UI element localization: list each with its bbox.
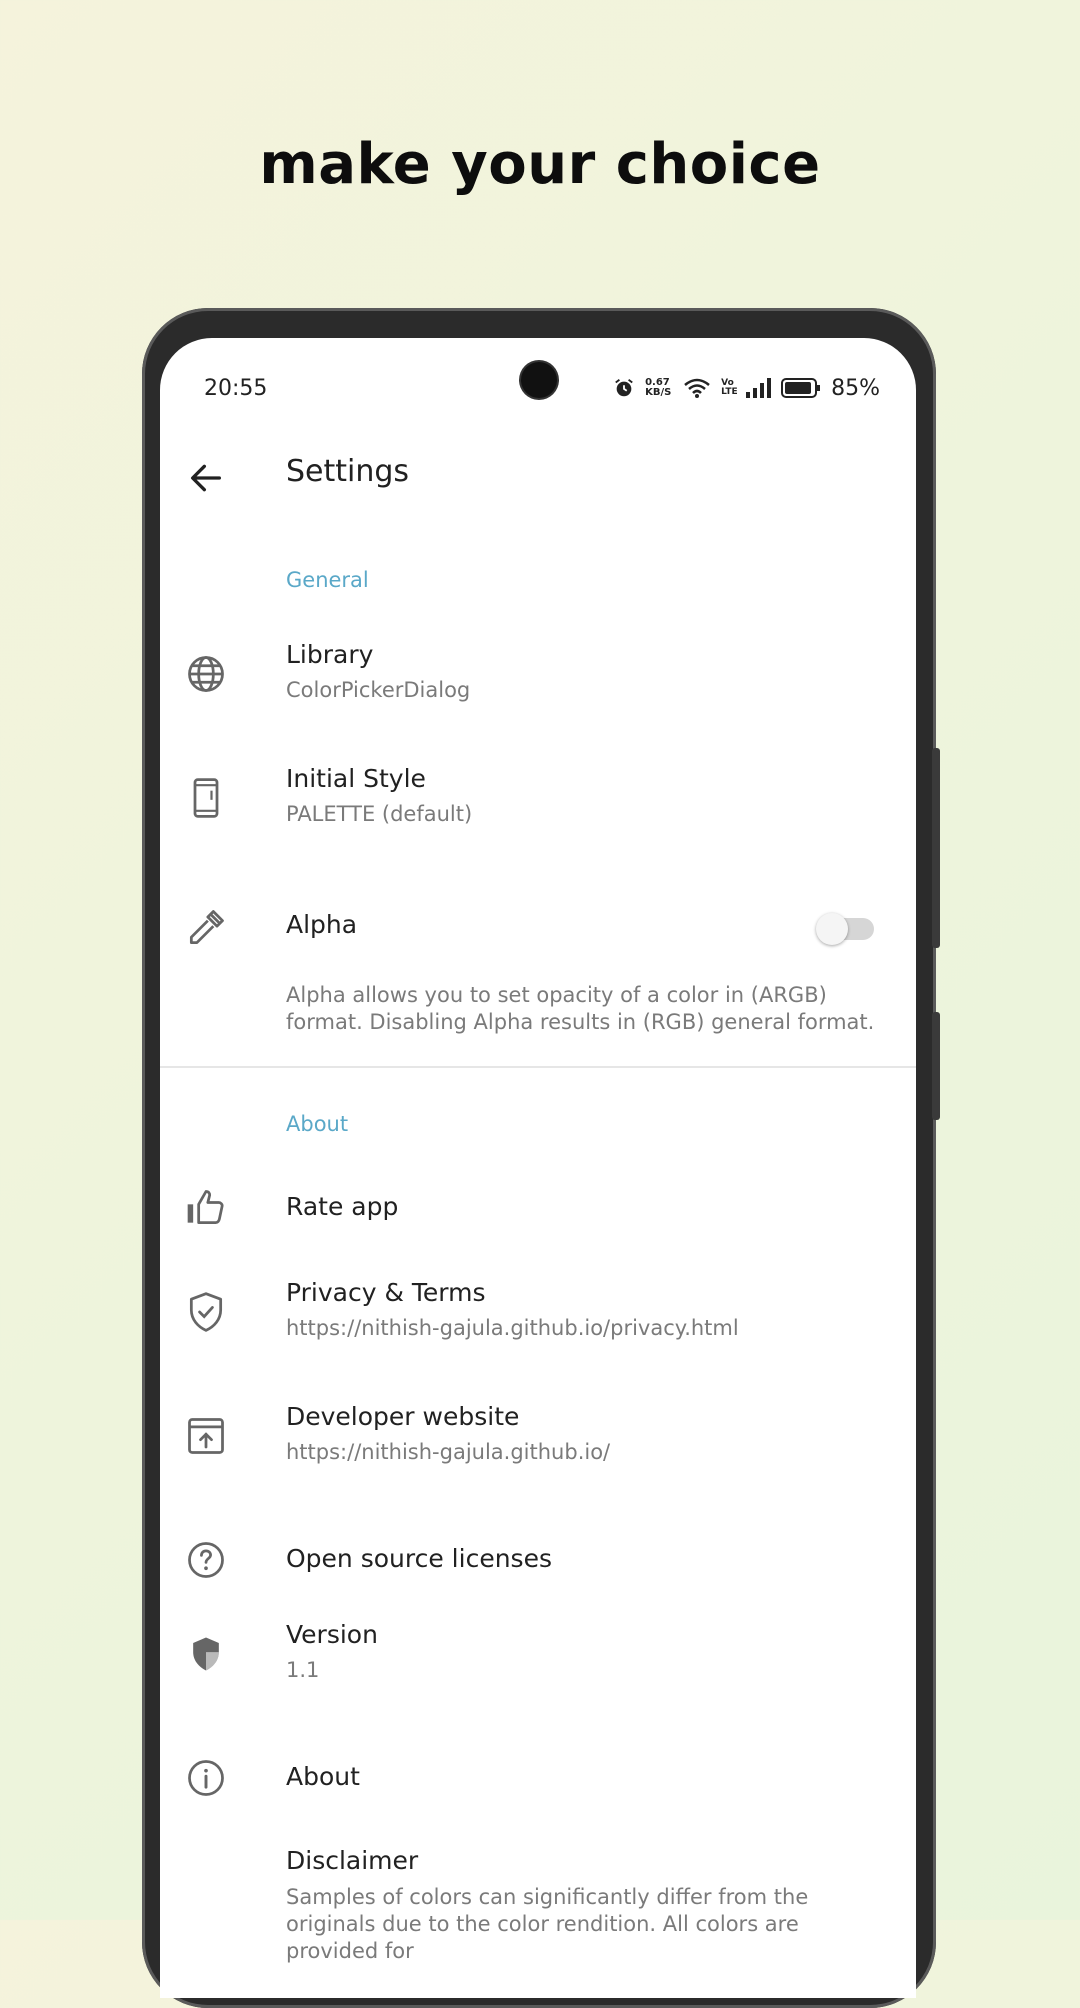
section-divider	[160, 1066, 916, 1068]
phone-screen: 20:55 0.67 KB/S Vo LTE 85% Settings Gene…	[160, 338, 916, 1998]
setting-title: Initial Style	[286, 764, 426, 793]
setting-about[interactable]: About	[160, 1728, 916, 1828]
setting-title: Disclaimer	[286, 1846, 419, 1875]
setting-privacy-terms[interactable]: Privacy & Terms https://nithish-gajula.g…	[160, 1268, 916, 1378]
help-circle-icon	[184, 1538, 228, 1582]
open-in-browser-icon	[184, 1414, 228, 1458]
front-camera	[521, 362, 557, 398]
alarm-icon	[613, 377, 635, 399]
wifi-icon	[683, 377, 711, 399]
phone-volume-button	[932, 748, 940, 948]
setting-subtitle: https://nithish-gajula.github.io/	[286, 1440, 611, 1464]
setting-version[interactable]: Version 1.1	[160, 1610, 916, 1720]
setting-title: Rate app	[286, 1192, 399, 1221]
setting-subtitle: 1.1	[286, 1658, 320, 1682]
promo-headline: make your choice	[259, 132, 821, 197]
setting-title: Library	[286, 640, 374, 669]
section-header-about: About	[286, 1112, 349, 1136]
setting-developer-website[interactable]: Developer website https://nithish-gajula…	[160, 1392, 916, 1502]
setting-initial-style[interactable]: Initial Style PALETTE (default)	[160, 754, 916, 864]
page-title: Settings	[286, 454, 410, 489]
security-shield-icon	[184, 1632, 228, 1676]
back-button[interactable]	[186, 458, 226, 498]
status-time: 20:55	[204, 375, 268, 401]
setting-disclaimer[interactable]: Disclaimer Samples of colors can signifi…	[160, 1840, 916, 1998]
setting-title: Alpha	[286, 910, 358, 939]
app-bar: Settings	[160, 438, 916, 518]
setting-subtitle: https://nithish-gajula.github.io/privacy…	[286, 1316, 739, 1340]
section-header-general: General	[286, 568, 369, 592]
battery-icon	[781, 377, 821, 399]
setting-subtitle: PALETTE (default)	[286, 802, 473, 826]
setting-title: Privacy & Terms	[286, 1278, 486, 1307]
setting-title: About	[286, 1762, 360, 1791]
arrow-back-icon	[191, 464, 221, 492]
shield-check-icon	[184, 1290, 228, 1334]
alpha-toggle[interactable]	[816, 913, 874, 945]
setting-subtitle: Samples of colors can significantly diff…	[286, 1885, 809, 1963]
toggle-knob	[816, 913, 848, 945]
setting-title: Version	[286, 1620, 378, 1649]
setting-alpha[interactable]: Alpha	[160, 878, 916, 978]
eyedropper-icon	[184, 906, 228, 950]
info-icon	[184, 1756, 228, 1800]
globe-icon	[184, 652, 228, 696]
setting-open-source-licenses[interactable]: Open source licenses	[160, 1510, 916, 1610]
phone-power-button	[932, 1012, 940, 1120]
phone-icon	[184, 776, 228, 820]
setting-rate-app[interactable]: Rate app	[160, 1158, 916, 1258]
battery-percent: 85%	[831, 375, 880, 401]
alpha-description: Alpha allows you to set opacity of a col…	[286, 983, 875, 1034]
setting-title: Developer website	[286, 1402, 520, 1431]
signal-icon	[745, 378, 772, 398]
setting-title: Open source licenses	[286, 1544, 552, 1573]
net-speed: 0.67 KB/S	[645, 377, 672, 398]
setting-subtitle: ColorPickerDialog	[286, 678, 471, 702]
volte-indicator: Vo LTE	[721, 378, 738, 397]
thumbs-up-icon	[184, 1186, 228, 1230]
setting-library[interactable]: Library ColorPickerDialog	[160, 630, 916, 740]
